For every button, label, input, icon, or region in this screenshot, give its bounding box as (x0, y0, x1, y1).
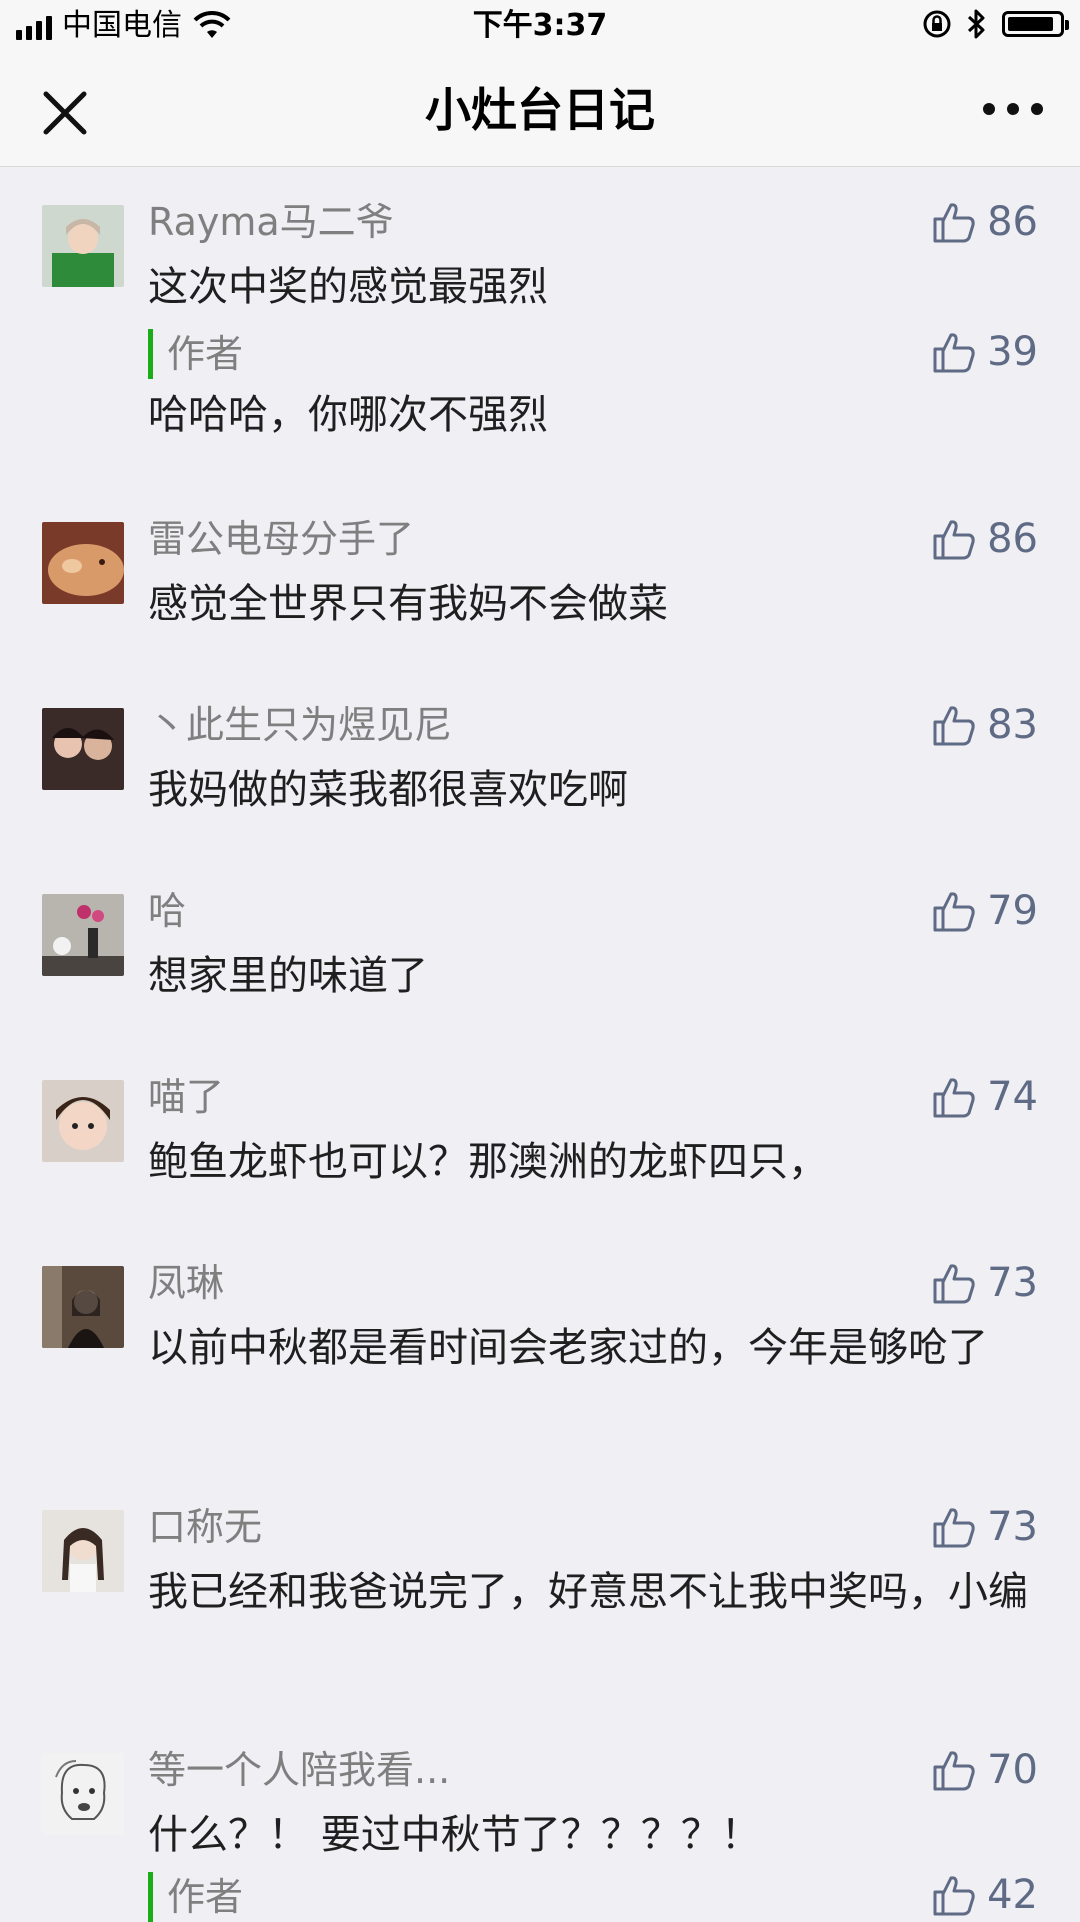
reply-like-button[interactable]: 42 (931, 1870, 1038, 1920)
avatar[interactable] (42, 1080, 124, 1162)
comment-text: 什么？！ 要过中秋节了？？？？！ (148, 1812, 761, 1858)
avatar[interactable] (42, 1266, 124, 1348)
comment-nickname[interactable]: Rayma马二爷 (148, 197, 394, 247)
like-count: 79 (987, 888, 1038, 934)
author-reply-text: 哈哈哈，你哪次不强烈 (148, 392, 548, 438)
comment-text: 鲍鱼龙虾也可以？那澳洲的龙虾四只， (148, 1139, 828, 1185)
thumbs-up-icon (933, 1264, 975, 1304)
comment-item: 口称无 73 我已经和我爸说完了，好意思不让我中奖吗，小编 (0, 1472, 1080, 1718)
avatar[interactable] (42, 1753, 124, 1835)
thumbs-up-icon (933, 892, 975, 932)
more-icon[interactable] (980, 94, 1046, 124)
like-count: 39 (987, 329, 1038, 375)
status-right (922, 8, 1069, 40)
comment-text: 想家里的味道了 (148, 953, 428, 999)
thumbs-up-icon (933, 1508, 975, 1548)
thumbs-up-icon (933, 1751, 975, 1791)
author-reply-label: 作者 (148, 329, 243, 379)
status-time: 下午3:37 (472, 8, 608, 43)
comment-nickname[interactable]: 喵了 (148, 1072, 224, 1122)
like-button[interactable]: 73 (931, 1502, 1038, 1552)
thumbs-up-icon (933, 333, 975, 373)
like-count: 42 (987, 1872, 1038, 1918)
like-count: 86 (987, 199, 1038, 245)
like-button[interactable]: 74 (931, 1072, 1038, 1122)
like-count: 83 (987, 702, 1038, 748)
comment-nickname[interactable]: 丶此生只为煜见尼 (148, 700, 452, 750)
battery-icon (1002, 11, 1069, 37)
comment-item: 哈 79 想家里的味道了 (0, 856, 1080, 1042)
like-count: 73 (987, 1260, 1038, 1306)
comment-item: 雷公电母分手了 86 感觉全世界只有我妈不会做菜 (0, 484, 1080, 670)
comment-item: 丶此生只为煜见尼 83 我妈做的菜我都很喜欢吃啊 (0, 670, 1080, 856)
like-button[interactable]: 70 (931, 1745, 1038, 1795)
like-count: 86 (987, 516, 1038, 562)
comment-text: 感觉全世界只有我妈不会做菜 (148, 581, 668, 627)
thumbs-up-icon (933, 203, 975, 243)
comment-item: 喵了 74 鲍鱼龙虾也可以？那澳洲的龙虾四只， (0, 1042, 1080, 1228)
status-bar: 中国电信 下午3:37 (0, 0, 1080, 54)
like-button[interactable]: 79 (931, 886, 1038, 936)
comment-text: 我已经和我爸说完了，好意思不让我中奖吗，小编 (148, 1569, 1028, 1615)
avatar[interactable] (42, 1510, 124, 1592)
author-reply-label: 作者 (148, 1872, 243, 1922)
comment-item: 凤琳 73 以前中秋都是看时间会老家过的，今年是够呛了 (0, 1228, 1080, 1474)
comment-text: 我妈做的菜我都很喜欢吃啊 (148, 767, 628, 813)
comment-item: 等一个人陪我看... 70 什么？！ 要过中秋节了？？？？！ 作者 42 (0, 1715, 1080, 1922)
bluetooth-icon (967, 9, 985, 39)
avatar[interactable] (42, 522, 124, 604)
comment-nickname[interactable]: 等一个人陪我看... (148, 1745, 450, 1795)
avatar[interactable] (42, 708, 124, 790)
orientation-lock-icon (923, 10, 951, 38)
nav-bar: 小灶台日记 (0, 54, 1080, 167)
thumbs-up-icon (933, 1876, 975, 1916)
avatar[interactable] (42, 894, 124, 976)
like-count: 73 (987, 1504, 1038, 1550)
thumbs-up-icon (933, 520, 975, 560)
comment-text: 这次中奖的感觉最强烈 (148, 264, 548, 310)
comment-nickname[interactable]: 凤琳 (148, 1258, 224, 1308)
comment-item: Rayma马二爷 86 这次中奖的感觉最强烈 作者 39 哈哈哈，你哪次不强烈 (0, 167, 1080, 467)
comment-nickname[interactable]: 口称无 (148, 1502, 262, 1552)
comment-nickname[interactable]: 哈 (148, 886, 186, 936)
thumbs-up-icon (933, 1078, 975, 1118)
like-button[interactable]: 83 (931, 700, 1038, 750)
like-count: 70 (987, 1747, 1038, 1793)
comment-nickname[interactable]: 雷公电母分手了 (148, 514, 414, 564)
like-count: 74 (987, 1074, 1038, 1120)
page-title: 小灶台日记 (425, 83, 655, 137)
reply-like-button[interactable]: 39 (931, 327, 1038, 377)
thumbs-up-icon (933, 706, 975, 746)
avatar[interactable] (42, 205, 124, 287)
comment-text: 以前中秋都是看时间会老家过的，今年是够呛了 (148, 1325, 988, 1371)
like-button[interactable]: 86 (931, 197, 1038, 247)
like-button[interactable]: 73 (931, 1258, 1038, 1308)
like-button[interactable]: 86 (931, 514, 1038, 564)
